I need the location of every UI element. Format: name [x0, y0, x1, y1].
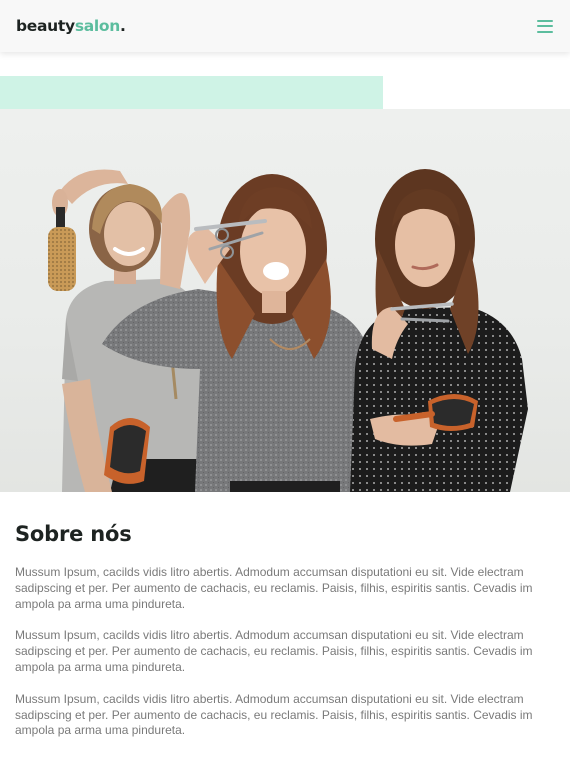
about-section: Sobre nós Mussum Ipsum, cacilds vidis li…: [15, 522, 555, 755]
brand-accent: salon: [74, 17, 121, 35]
about-paragraph: Mussum Ipsum, cacilds vidis litro aberti…: [15, 628, 533, 674]
hamburger-line: [537, 19, 553, 22]
navbar: beautysalon.: [0, 0, 570, 52]
about-paragraph: Mussum Ipsum, cacilds vidis litro aberti…: [15, 691, 533, 738]
brand-dot: .: [120, 17, 126, 35]
hero-image: [0, 109, 570, 492]
hamburger-menu-icon[interactable]: [537, 19, 553, 33]
about-paragraph: Mussum Ipsum, cacilds vidis litro aberti…: [15, 565, 533, 611]
brand-logo[interactable]: beautysalon.: [16, 17, 126, 35]
decorative-mint-block: [0, 76, 383, 109]
stylist-right: [350, 169, 528, 492]
stylists-illustration: [48, 169, 528, 492]
hamburger-line: [537, 30, 553, 33]
hamburger-line: [537, 25, 553, 27]
about-title: Sobre nós: [15, 522, 132, 546]
brand-primary: beauty: [16, 17, 75, 35]
